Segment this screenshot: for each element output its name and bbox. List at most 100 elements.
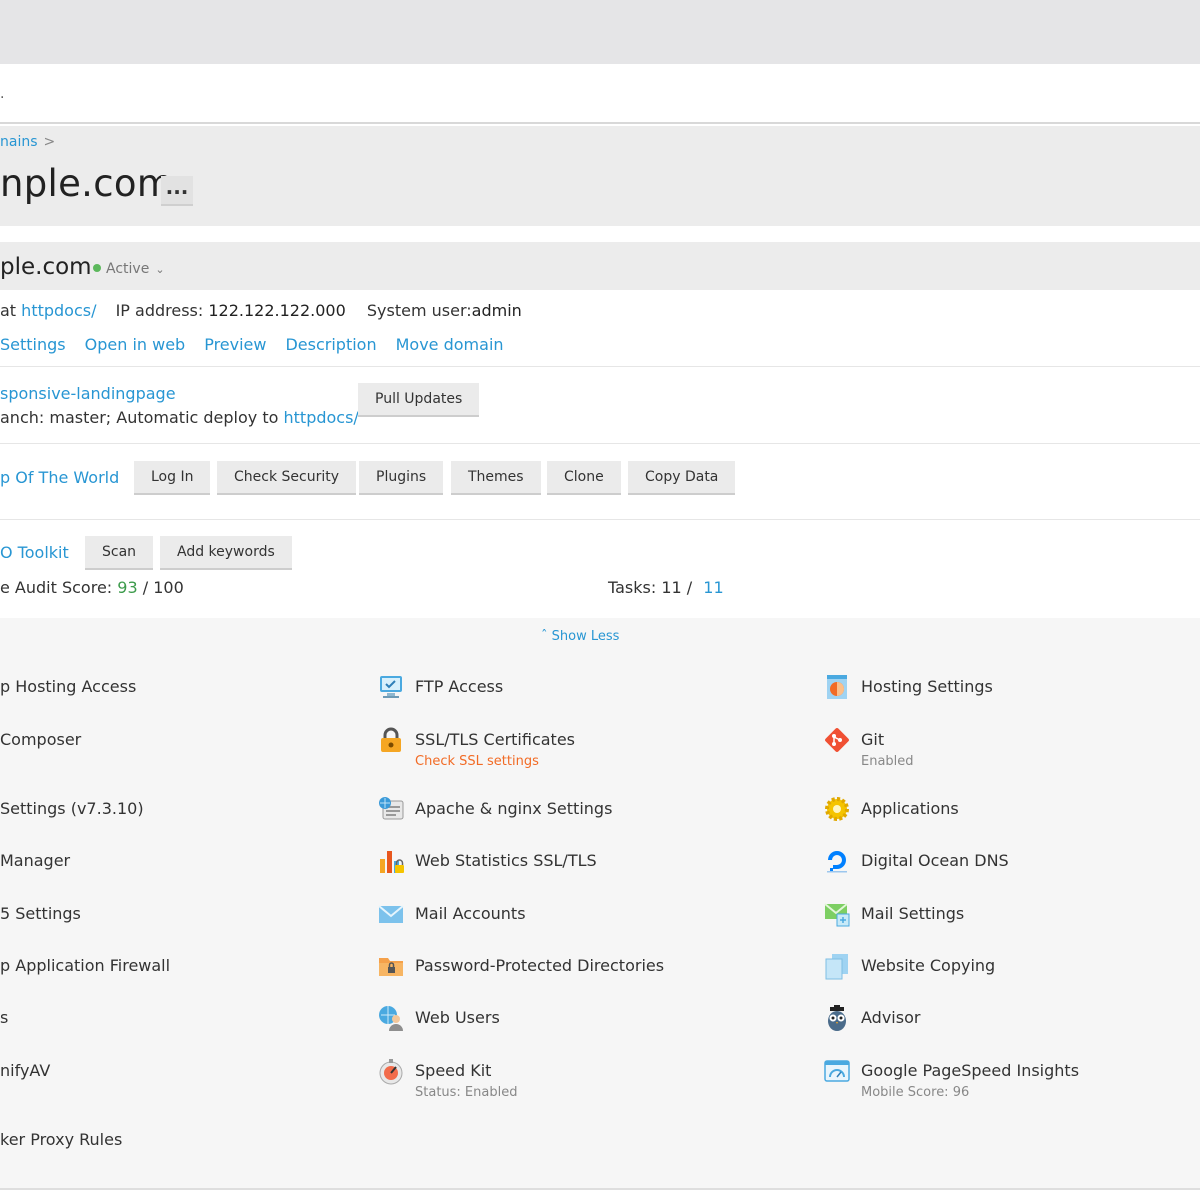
tool-ftp-access[interactable]: FTP Access: [415, 677, 503, 696]
tool-speed-kit-label: Speed Kit: [415, 1061, 492, 1080]
tool-web-users[interactable]: Web Users: [415, 1008, 500, 1027]
audit-score-line: e Audit Score: 93 / 100: [0, 578, 184, 597]
digital-ocean-icon: [827, 851, 847, 873]
system-user-value: admin: [471, 301, 522, 320]
path-fragment: .: [0, 86, 5, 102]
wp-copy-data-button[interactable]: Copy Data: [628, 461, 736, 495]
ip-value: 122.122.122.000: [208, 301, 346, 320]
docroot-link[interactable]: httpdocs/: [21, 301, 96, 320]
tool-docker-proxy-rules[interactable]: ker Proxy Rules: [0, 1130, 122, 1149]
tool-php-settings[interactable]: Settings (v7.3.10): [0, 799, 144, 818]
divider: [0, 519, 1200, 520]
speed-kit-icon: [379, 1059, 403, 1085]
tool-protected-dirs-label: Password-Protected Directories: [415, 956, 665, 975]
website-copying-icon: [825, 954, 848, 980]
tasks-label: Tasks:: [608, 578, 657, 597]
domain-name: ple.com: [0, 254, 92, 280]
check-ssl-settings-link[interactable]: Check SSL settings: [415, 754, 539, 769]
tool-applications[interactable]: Applications: [861, 799, 959, 818]
open-in-web-link[interactable]: Open in web: [85, 335, 186, 354]
tool-file-manager[interactable]: Manager: [0, 851, 70, 870]
tool-hosting-settings-label: Hosting Settings: [861, 677, 993, 696]
page-header: nains > nple.com ...: [0, 126, 1200, 226]
web-statistics-icon: [380, 851, 404, 873]
wp-clone-button[interactable]: Clone: [547, 461, 621, 495]
show-less-toggle[interactable]: ˆ Show Less: [541, 629, 619, 644]
pull-updates-button[interactable]: Pull Updates: [358, 383, 480, 417]
status-dropdown[interactable]: Active ⌄: [93, 261, 165, 277]
page-title: nple.com: [0, 162, 174, 205]
tools-panel: ˆ Show Less p Hosting Access Composer Se…: [0, 618, 1200, 1190]
tool-imunifyav[interactable]: nifyAV: [0, 1061, 50, 1080]
tool-ssl-certificates[interactable]: SSL/TLS Certificates Check SSL settings: [415, 730, 575, 769]
path-bar: .: [0, 64, 1200, 124]
tool-ftp-access-label: FTP Access: [415, 677, 504, 696]
tasks-line: Tasks: 11 / 11: [608, 578, 724, 597]
git-deploy-info: anch: master; Automatic deploy to httpdo…: [0, 408, 359, 427]
pagespeed-icon: [824, 1060, 850, 1082]
tool-dns-settings[interactable]: 5 Settings: [0, 904, 81, 923]
tool-mail-accounts[interactable]: Mail Accounts: [415, 904, 526, 923]
divider: [0, 443, 1200, 444]
tasks-done: 11 /: [661, 578, 693, 597]
hosting-settings-icon: [827, 675, 847, 699]
tool-git[interactable]: Git Enabled: [861, 730, 914, 769]
move-domain-link[interactable]: Move domain: [396, 335, 504, 354]
breadcrumb-separator-icon: >: [43, 134, 56, 150]
wp-log-in-button[interactable]: Log In: [134, 461, 211, 495]
tool-google-pagespeed[interactable]: Google PageSpeed Insights Mobile Score: 9…: [861, 1061, 1080, 1100]
browser-top-bar: [0, 0, 1200, 64]
protected-folder-icon: [379, 958, 403, 976]
docroot-label: at: [0, 301, 17, 320]
tool-advisor[interactable]: Advisor: [861, 1008, 920, 1027]
show-less-label: Show Less: [551, 629, 620, 644]
tool-hosting-access[interactable]: p Hosting Access: [0, 677, 136, 696]
ftp-access-icon: [380, 676, 402, 698]
tool-website-copying-label: Website Copying: [861, 956, 996, 975]
git-deploy-target-link[interactable]: httpdocs/: [284, 408, 359, 427]
seo-scan-button[interactable]: Scan: [85, 536, 154, 570]
wp-themes-button[interactable]: Themes: [451, 461, 541, 495]
tool-web-users-label: Web Users: [415, 1008, 500, 1027]
breadcrumb-domains-link[interactable]: nains: [0, 134, 38, 150]
wordpress-site-link[interactable]: p Of The World: [0, 468, 119, 487]
more-actions-button[interactable]: ...: [161, 176, 193, 206]
audit-score-total: / 100: [142, 578, 184, 597]
git-repo-link[interactable]: sponsive-landingpage: [0, 384, 176, 403]
tool-logs[interactable]: s: [0, 1008, 8, 1027]
preview-link[interactable]: Preview: [204, 335, 266, 354]
audit-score-value: 93: [117, 578, 138, 597]
wp-plugins-button[interactable]: Plugins: [359, 461, 444, 495]
seo-add-keywords-button[interactable]: Add keywords: [160, 536, 292, 570]
wp-check-security-button[interactable]: Check Security: [217, 461, 357, 495]
tool-web-application-firewall[interactable]: p Application Firewall: [0, 956, 170, 975]
mail-accounts-icon: [378, 905, 404, 923]
pagespeed-mobile-score: Mobile Score: 96: [861, 1085, 970, 1100]
seo-toolkit-link[interactable]: O Toolkit: [0, 543, 69, 562]
chevron-up-icon: ˆ: [541, 629, 548, 644]
tool-digital-ocean-dns[interactable]: Digital Ocean DNS: [861, 851, 1009, 870]
tool-apache-nginx-settings[interactable]: Apache & nginx Settings: [415, 799, 612, 818]
system-user-label: System user:: [366, 301, 472, 320]
tool-mail-accounts-label: Mail Accounts: [415, 904, 526, 923]
tool-mail-settings[interactable]: Mail Settings: [861, 904, 964, 923]
domain-info-line: at httpdocs/ IP address: 122.122.122.000…: [0, 301, 522, 320]
tool-composer[interactable]: Composer: [0, 730, 81, 749]
tool-pagespeed-label: Google PageSpeed Insights: [861, 1061, 1080, 1080]
git-icon: [825, 728, 849, 752]
tool-speed-kit[interactable]: Speed Kit Status: Enabled: [415, 1061, 517, 1100]
tool-hosting-settings[interactable]: Hosting Settings: [861, 677, 993, 696]
settings-link[interactable]: Settings: [0, 335, 66, 354]
tool-advisor-label: Advisor: [861, 1008, 921, 1027]
description-link[interactable]: Description: [285, 335, 376, 354]
tasks-total-link[interactable]: 11: [703, 578, 723, 597]
advisor-owl-icon: [828, 1005, 846, 1031]
tool-web-statistics[interactable]: Web Statistics SSL/TLS: [415, 851, 597, 870]
tool-password-protected-directories[interactable]: Password-Protected Directories: [415, 956, 664, 975]
speed-kit-status: Status: Enabled: [415, 1085, 518, 1100]
audit-score-label: e Audit Score:: [0, 578, 113, 597]
active-status-dot-icon: [93, 264, 101, 272]
mail-settings-icon: [824, 903, 850, 927]
status-label: Active: [106, 261, 150, 277]
tool-website-copying[interactable]: Website Copying: [861, 956, 995, 975]
